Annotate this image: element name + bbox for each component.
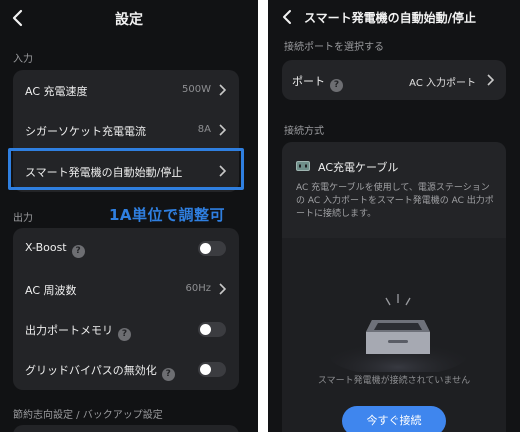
port-label: ポート — [292, 75, 325, 88]
x-boost-row: X-Boost? — [13, 228, 239, 268]
row-value: 8A — [197, 124, 211, 135]
port-value: AC 入力ポート — [409, 78, 476, 89]
cable-option-title: AC充電ケーブル — [318, 161, 399, 174]
page-title: 設定 — [115, 12, 143, 28]
nav-bar: 設定 — [0, 0, 258, 36]
row-value: 60Hz — [185, 283, 212, 294]
highlight-box — [8, 148, 244, 190]
row-label: グリッドバイパスの無効化 — [25, 364, 157, 377]
chevron-right-icon — [219, 283, 226, 295]
row-value: 500W — [182, 84, 211, 95]
output-port-memory-toggle[interactable] — [198, 322, 226, 337]
smart-generator-screen: スマート発電機の自動始動/停止 接続ポートを選択する ポート? AC 入力ポート… — [268, 0, 520, 432]
row-label: シガーソケット充電電流 — [25, 125, 146, 138]
annotation-text: 1A単位で調整可 — [109, 206, 226, 224]
toggle-knob — [200, 243, 211, 254]
help-icon[interactable]: ? — [161, 368, 175, 381]
eco-settings-card — [13, 425, 239, 432]
cable-icon — [296, 161, 310, 171]
help-icon[interactable]: ? — [330, 79, 343, 92]
grid-bypass-toggle[interactable] — [198, 362, 226, 377]
section-label-method: 接続方式 — [284, 126, 324, 137]
section-label-port: 接続ポートを選択する — [284, 42, 384, 53]
help-icon[interactable]: ? — [118, 328, 131, 341]
chevron-right-icon — [219, 124, 226, 136]
section-label-eco: 節約志向設定 / バックアップ設定 — [13, 410, 163, 421]
help-icon[interactable]: ? — [71, 245, 85, 258]
section-label-output: 出力 — [13, 213, 33, 224]
section-label-input: 入力 — [13, 54, 33, 65]
settings-screen: 設定 入力 AC 充電速度 500W シガーソケット充電電流 8A スマート発電… — [0, 0, 258, 432]
back-arrow-icon[interactable] — [280, 8, 294, 26]
toggle-knob — [200, 364, 211, 375]
grid-bypass-disable-row: グリッドバイパスの無効化? — [13, 349, 239, 389]
ac-frequency-row[interactable]: AC 周波数 60Hz — [13, 269, 239, 309]
ac-charge-speed-row[interactable]: AC 充電速度 500W — [13, 70, 239, 110]
output-port-memory-row: 出力ポートメモリ? — [13, 309, 239, 349]
chevron-right-icon — [219, 84, 226, 96]
connect-now-button[interactable]: 今すぐ接続 — [342, 406, 446, 432]
row-label: AC 周波数 — [25, 284, 77, 297]
car-charger-current-row[interactable]: シガーソケット充電電流 8A — [13, 110, 239, 150]
page-title: スマート発電機の自動始動/停止 — [304, 11, 477, 25]
ac-cable-option[interactable]: AC充電ケーブル AC 充電ケーブルを使用して、電源ステーションの AC 入力ポ… — [282, 142, 506, 238]
chevron-right-icon — [487, 74, 494, 86]
output-settings-card: X-Boost? AC 周波数 60Hz 出力ポートメモリ? グリッドバイパスの… — [13, 228, 239, 390]
toggle-knob — [200, 324, 211, 335]
generator-device-icon — [328, 294, 468, 372]
port-selector[interactable]: ポート? AC 入力ポート — [282, 60, 506, 100]
row-label: 出力ポートメモリ — [25, 324, 113, 337]
connection-method-card: AC充電ケーブル AC 充電ケーブルを使用して、電源ステーションの AC 入力ポ… — [282, 142, 506, 432]
row-label: AC 充電速度 — [25, 85, 88, 98]
connection-status: スマート発電機が接続されていません — [317, 376, 471, 386]
row-label: X-Boost — [25, 241, 67, 254]
cable-option-description: AC 充電ケーブルを使用して、電源ステーションの AC 入力ポートをスマート発電… — [296, 183, 494, 219]
x-boost-toggle[interactable] — [198, 241, 226, 256]
